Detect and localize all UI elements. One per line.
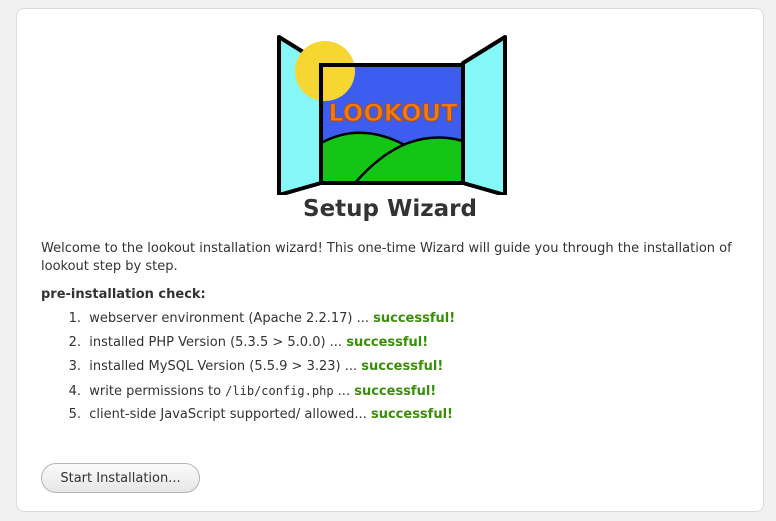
logo-text: LOOKOUT: [328, 99, 458, 127]
check-list: 1. webserver environment (Apache 2.2.17)…: [41, 309, 456, 429]
check-text: webserver environment (Apache 2.2.17) ..…: [89, 311, 374, 326]
check-heading: pre-installation check:: [41, 287, 206, 302]
list-item: 5. client-side JavaScript supported/ all…: [68, 407, 453, 422]
check-text-suffix: ...: [333, 384, 355, 399]
status-success: successful!: [361, 359, 444, 374]
status-success: successful!: [370, 407, 453, 422]
check-text: installed MySQL Version (5.5.9 > 3.23) .…: [89, 359, 362, 374]
start-installation-button[interactable]: Start Installation...: [41, 463, 200, 493]
list-item: 2. installed PHP Version (5.3.5 > 5.0.0)…: [68, 335, 429, 350]
check-text: write permissions to: [89, 384, 226, 399]
list-item: 4. write permissions to /lib/config.php …: [68, 384, 437, 399]
intro-text: Welcome to the lookout installation wiza…: [41, 241, 732, 274]
status-success: successful!: [346, 335, 429, 350]
check-text: client-side JavaScript supported/ allowe…: [89, 407, 371, 422]
status-success: successful!: [354, 384, 437, 399]
check-text: installed PHP Version (5.3.5 > 5.0.0) ..…: [89, 335, 347, 350]
wizard-panel: LOOKOUT Setup Wizard Welcome to the look…: [16, 8, 764, 512]
list-item: 3. installed MySQL Version (5.5.9 > 3.23…: [68, 359, 444, 374]
page-title: Setup Wizard: [303, 196, 477, 222]
window-logo-icon: LOOKOUT: [277, 35, 507, 195]
config-path: /lib/config.php: [225, 384, 334, 398]
status-success: successful!: [373, 311, 456, 326]
list-item: 1. webserver environment (Apache 2.2.17)…: [68, 311, 456, 326]
